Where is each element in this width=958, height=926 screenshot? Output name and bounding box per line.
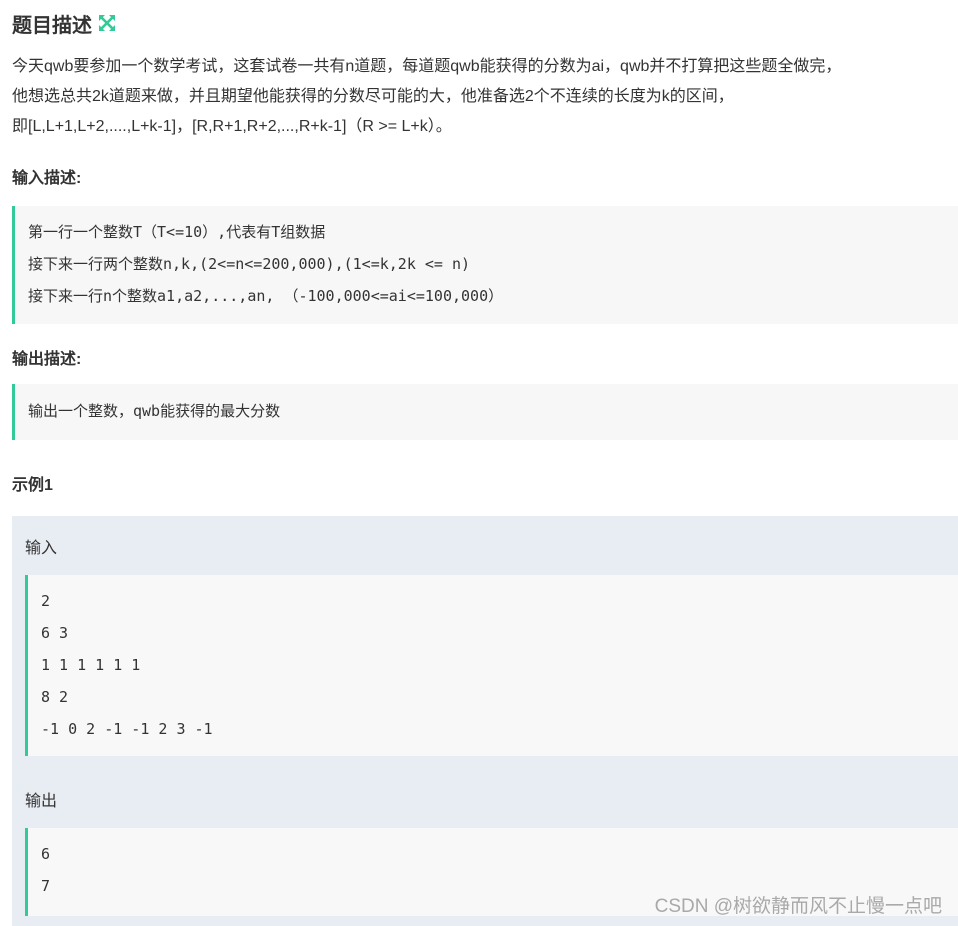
input-description-line: 第一行一个整数T（T<=10）,代表有T组数据 <box>28 223 326 241</box>
output-description-block: 输出一个整数，qwb能获得的最大分数 <box>12 384 958 440</box>
code-line: -1 0 2 -1 -1 2 3 -1 <box>41 720 213 738</box>
output-description-line: 输出一个整数，qwb能获得的最大分数 <box>28 402 281 420</box>
input-description-heading: 输入描述: <box>12 170 82 187</box>
example-box: 输入 2 6 3 1 1 1 1 1 1 8 2 -1 0 2 -1 -1 2 … <box>12 516 958 926</box>
description-line: 今天qwb要参加一个数学考试，这套试卷一共有n道题，每道题qwb能获得的分数为a… <box>12 58 842 75</box>
input-description-block: 第一行一个整数T（T<=10）,代表有T组数据 接下来一行两个整数n,k,(2<… <box>12 206 958 324</box>
title-row: 题目描述 <box>12 8 116 38</box>
code-line: 6 3 <box>41 624 69 642</box>
description-line: 他想选总共2k道题来做，并且期望他能获得的分数尽可能的大，他准备选2个不连续的长… <box>12 88 734 105</box>
watermark: CSDN @树欲静而风不止慢一点吧 <box>654 896 942 917</box>
code-line: 1 1 1 1 1 1 <box>41 656 141 674</box>
example-input-label: 输入 <box>25 540 58 557</box>
description-line: 即[L,L+1,L+2,....,L+k-1]，[R,R+1,R+2,...,R… <box>12 118 452 135</box>
code-line: 6 <box>41 845 51 863</box>
input-description-line: 接下来一行n个整数a1,a2,...,an, （-100,000<=ai<=10… <box>28 287 504 305</box>
page-title: 题目描述 <box>12 14 92 37</box>
example-output-label: 输出 <box>25 793 58 810</box>
code-line: 2 <box>41 592 51 610</box>
example-input-code[interactable]: 2 6 3 1 1 1 1 1 1 8 2 -1 0 2 -1 -1 2 3 -… <box>25 575 958 756</box>
input-description-line: 接下来一行两个整数n,k,(2<=n<=200,000),(1<=k,2k <=… <box>28 255 471 273</box>
example-heading: 示例1 <box>12 477 53 494</box>
expand-arrows-icon[interactable] <box>98 14 116 32</box>
output-description-heading: 输出描述: <box>12 351 82 368</box>
problem-description: 今天qwb要参加一个数学考试，这套试卷一共有n道题，每道题qwb能获得的分数为a… <box>12 52 942 142</box>
code-line: 8 2 <box>41 688 69 706</box>
